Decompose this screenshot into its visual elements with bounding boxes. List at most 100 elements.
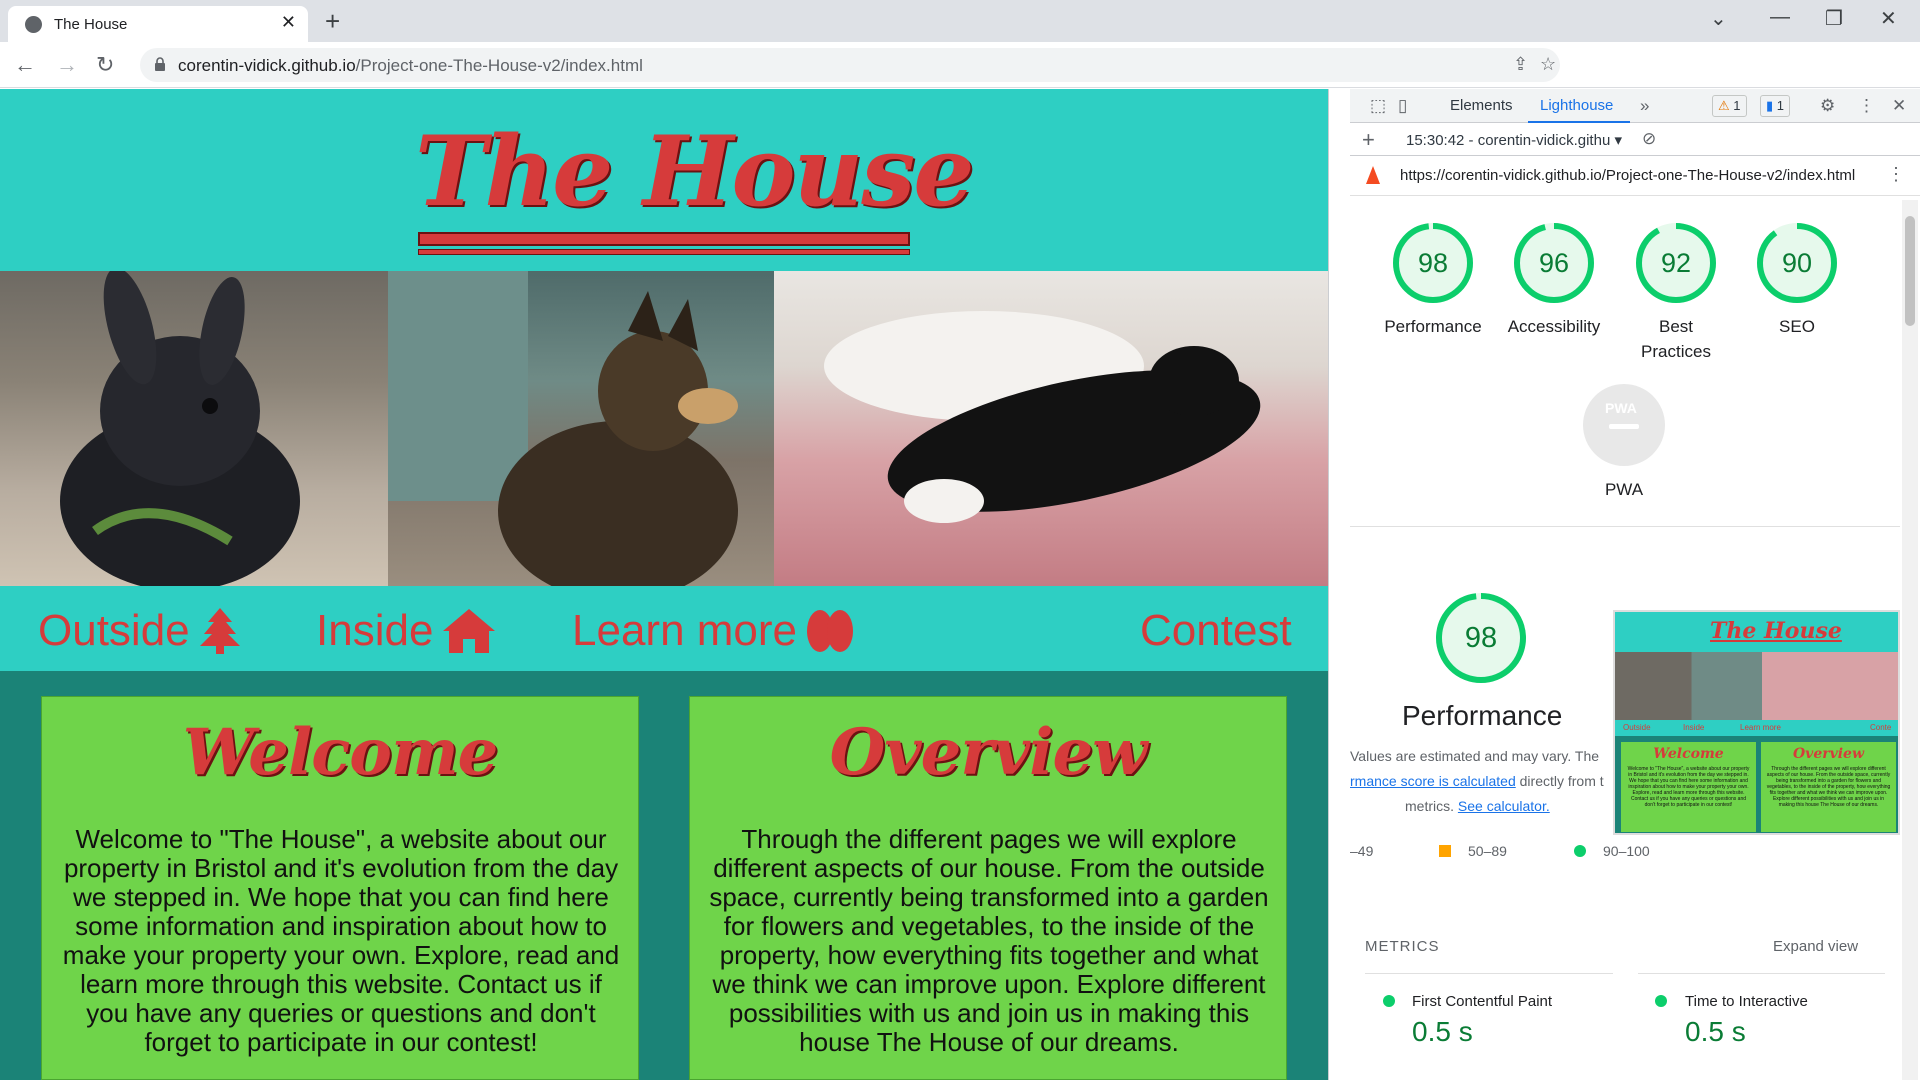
see-calculator-link[interactable]: See calculator. xyxy=(1458,798,1550,814)
performance-score-link[interactable]: rmance score is calculated xyxy=(1350,773,1516,789)
messages-count: 1 xyxy=(1776,98,1785,113)
thumb-logo: The House xyxy=(1710,618,1842,644)
estimate-note-line2: rmance score is calculated directly from… xyxy=(1350,773,1604,789)
thumb-nav-inside: Inside xyxy=(1683,723,1705,732)
nav-outside[interactable]: Outside xyxy=(38,606,240,656)
overview-title: Overview xyxy=(829,715,1148,790)
estimate-note: Values are estimated and may vary. The xyxy=(1350,748,1600,764)
gauge-score: 90 xyxy=(1781,248,1813,278)
site-logo[interactable]: The House xyxy=(415,115,974,228)
thumb-nav-outside: Outside xyxy=(1623,723,1651,732)
close-devtools-icon[interactable]: ✕ xyxy=(1892,96,1906,116)
thumb-photos xyxy=(1615,652,1898,720)
welcome-panel: Welcome Welcome to "The House", a websit… xyxy=(41,696,639,1080)
thumb-overview-panel: Overview Through the different pages we … xyxy=(1761,742,1896,832)
estimate-note-line2-rest: directly from t xyxy=(1515,773,1604,789)
new-tab-button[interactable]: + xyxy=(325,6,340,37)
site-header: The House xyxy=(0,89,1328,271)
legend-average: 50–89 xyxy=(1468,843,1507,859)
nav-contest[interactable]: Contest xyxy=(1140,606,1292,656)
performance-big-score: 98 xyxy=(1464,622,1498,654)
estimate-note-line3-text: metrics. xyxy=(1405,798,1458,814)
nav-inside-label: Inside xyxy=(316,606,434,655)
fcp-value: 0.5 s xyxy=(1412,1016,1473,1047)
devtools-scrollbar-thumb[interactable] xyxy=(1905,216,1915,326)
gauge-score: 92 xyxy=(1660,248,1692,278)
reload-icon[interactable]: ↻ xyxy=(96,52,114,78)
globe-icon xyxy=(25,16,42,33)
logo-underline xyxy=(418,232,910,246)
page-screenshot-thumbnail[interactable]: The House Outside Inside Learn more Cont… xyxy=(1613,610,1900,835)
thumb-header: The House xyxy=(1615,612,1898,652)
report-selector[interactable]: 15:30:42 - corentin-vidick.githu ▾ xyxy=(1406,131,1622,149)
site-nav: Outside Inside Learn more Contest xyxy=(0,586,1328,671)
nav-learn-more-label: Learn more xyxy=(572,606,798,655)
devtools-scrollbar[interactable] xyxy=(1902,200,1918,1080)
close-window-button[interactable]: ✕ xyxy=(1880,6,1897,31)
tab-search-icon[interactable]: ⌄ xyxy=(1710,6,1727,31)
report-menu-icon[interactable]: ⋮ xyxy=(1887,164,1905,185)
lock-icon xyxy=(155,57,165,71)
share-icon[interactable]: ⇪ xyxy=(1513,54,1528,75)
url-host: corentin-vidick.github.io xyxy=(178,56,356,75)
pwa-badge[interactable]: PWA xyxy=(1583,384,1665,466)
pwa-label: PWA xyxy=(1604,480,1644,499)
nav-learn-more[interactable]: Learn more xyxy=(572,606,854,656)
pwa-dash xyxy=(1609,424,1639,429)
expand-view-button[interactable]: Expand view xyxy=(1773,938,1858,955)
thumb-welcome-title: Welcome xyxy=(1653,746,1724,762)
overview-panel: Overview Through the different pages we … xyxy=(689,696,1287,1080)
gauge-best-practices[interactable]: 92 xyxy=(1635,222,1717,304)
welcome-title: Welcome xyxy=(182,715,499,790)
section-divider xyxy=(1350,526,1900,527)
back-icon[interactable]: ← xyxy=(14,52,36,78)
tti-status-icon xyxy=(1655,995,1667,1007)
tab-elements[interactable]: Elements xyxy=(1450,97,1513,114)
nav-inside[interactable]: Inside xyxy=(316,606,496,656)
inspect-element-icon[interactable]: ⬚ xyxy=(1370,96,1386,116)
legend-fail: –49 xyxy=(1350,843,1374,859)
gauge-performance[interactable]: 98 xyxy=(1392,222,1474,304)
legend-average-square-icon xyxy=(1439,845,1451,857)
legend-pass: 90–100 xyxy=(1603,843,1650,859)
thumb-welcome-panel: Welcome Welcome to "The House", a websit… xyxy=(1621,742,1756,832)
metrics-divider-left xyxy=(1365,973,1613,974)
clear-reports-icon[interactable]: ⊘ xyxy=(1642,129,1656,149)
thumb-nav-learn: Learn more xyxy=(1740,723,1781,732)
gauge-accessibility[interactable]: 96 xyxy=(1513,222,1595,304)
legend-pass-circle-icon xyxy=(1574,845,1586,857)
minimize-button[interactable]: — xyxy=(1770,6,1790,29)
settings-gear-icon[interactable]: ⚙ xyxy=(1820,96,1835,116)
devtools-menu-icon[interactable]: ⋮ xyxy=(1858,96,1875,116)
warnings-badge[interactable]: ⚠ 1 xyxy=(1712,95,1747,117)
nav-contest-label: Contest xyxy=(1140,606,1292,655)
browser-toolbar: ← → ↻ corentin-vidick.github.io/Project-… xyxy=(0,42,1920,118)
warnings-count: 1 xyxy=(1733,98,1741,113)
restore-button[interactable]: ❐ xyxy=(1825,6,1843,31)
tree-icon xyxy=(199,608,240,654)
gauge-label: SEO xyxy=(1779,317,1815,336)
gauge-score: 98 xyxy=(1417,248,1449,278)
gauge-label: Performance xyxy=(1384,317,1482,336)
bookmark-star-icon[interactable]: ☆ xyxy=(1540,54,1556,75)
new-report-icon[interactable]: + xyxy=(1362,127,1375,153)
messages-badge[interactable]: ▮ 1 xyxy=(1760,95,1791,117)
report-url: https://corentin-vidick.github.io/Projec… xyxy=(1400,167,1856,184)
thumb-nav: Outside Inside Learn more Conte xyxy=(1615,720,1898,736)
close-tab-icon[interactable]: ✕ xyxy=(281,12,296,33)
gauge-seo[interactable]: 90 xyxy=(1756,222,1838,304)
address-bar[interactable]: corentin-vidick.github.io/Project-one-Th… xyxy=(140,48,1560,82)
tab-lighthouse[interactable]: Lighthouse xyxy=(1540,97,1613,114)
gauge-score: 96 xyxy=(1538,248,1570,278)
rabbit-illustration xyxy=(60,271,300,586)
metrics-heading: METRICS xyxy=(1365,938,1440,955)
thumb-overview-text: Through the different pages we will expl… xyxy=(1766,766,1891,808)
nav-outside-label: Outside xyxy=(38,606,190,655)
device-toolbar-icon[interactable]: ▯ xyxy=(1398,96,1407,116)
forward-icon[interactable]: → xyxy=(56,52,78,78)
thumb-nav-contest: Conte xyxy=(1870,723,1892,732)
browser-tab[interactable]: The House ✕ xyxy=(8,6,308,42)
url-path: /Project-one-The-House-v2/index.html xyxy=(355,56,643,75)
more-tabs-icon[interactable]: » xyxy=(1640,96,1649,116)
gauge-label: Best Practices xyxy=(1641,317,1711,361)
